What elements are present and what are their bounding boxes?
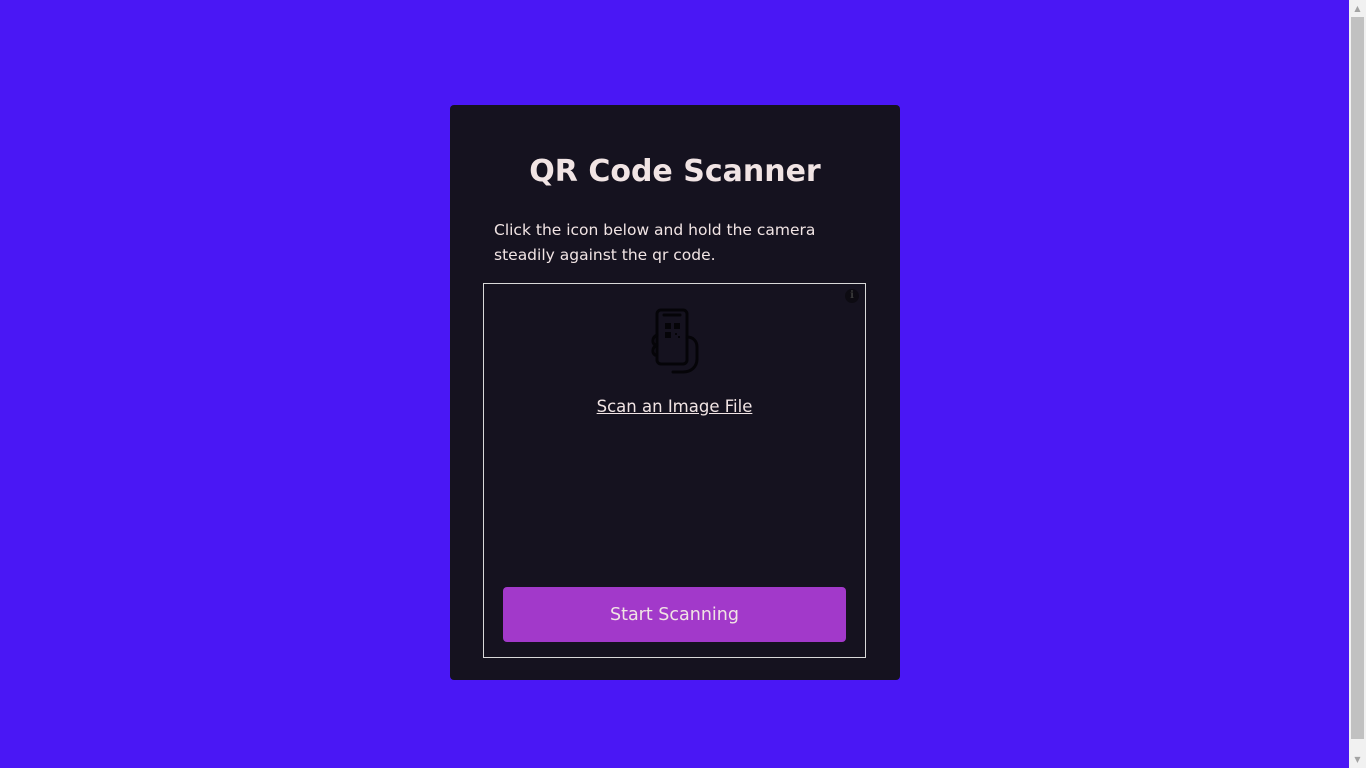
scan-image-file-link[interactable]: Scan an Image File bbox=[483, 395, 866, 419]
page-title: QR Code Scanner bbox=[529, 154, 821, 189]
info-icon[interactable]: i bbox=[845, 289, 859, 303]
scroll-up-arrow-icon[interactable]: ▲ bbox=[1349, 0, 1366, 17]
qr-mini bbox=[665, 323, 680, 338]
start-scanning-button[interactable]: Start Scanning bbox=[503, 587, 846, 642]
scroll-down-arrow-icon[interactable]: ▼ bbox=[1349, 751, 1366, 768]
title-container: QR Code Scanner bbox=[450, 150, 900, 194]
phone-scan-icon bbox=[651, 308, 699, 374]
scrollbar-thumb[interactable] bbox=[1351, 17, 1364, 739]
instructions-text: Click the icon below and hold the camera… bbox=[494, 221, 816, 264]
hand-fingers bbox=[671, 335, 699, 374]
page-viewport: QR Code Scanner Click the icon below and… bbox=[0, 0, 1349, 768]
phone-body bbox=[655, 308, 689, 366]
vertical-scrollbar[interactable]: ▲ ▼ bbox=[1349, 0, 1366, 768]
info-icon-glyph: i bbox=[850, 290, 854, 301]
